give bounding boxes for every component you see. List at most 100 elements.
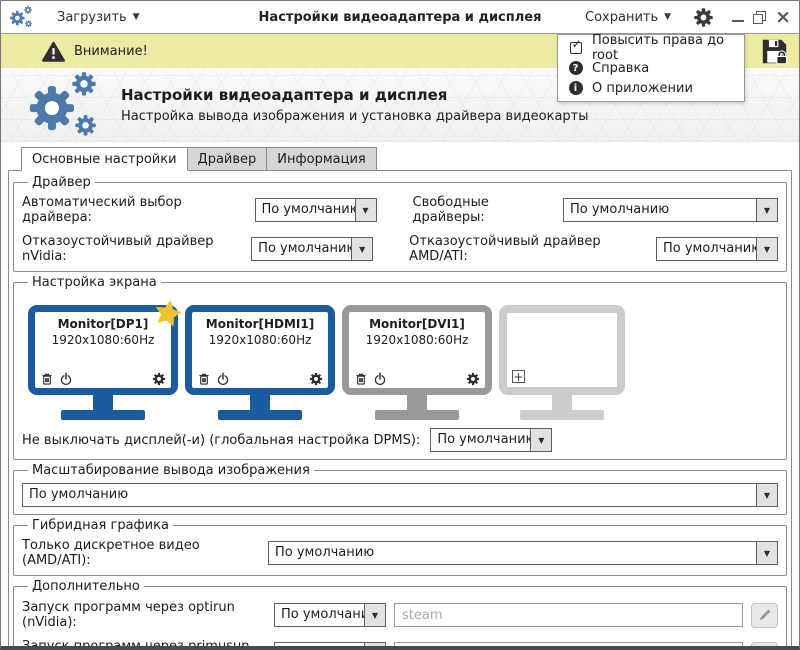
app-window: Загрузить ▼ Настройки видеоадаптера и ди… (0, 0, 800, 650)
app-logo-icon (9, 5, 35, 29)
menu-item-label: Справка (592, 60, 650, 76)
monitor-mode: 1920x1080:60Hz (51, 333, 155, 347)
group-screen: Настройка экрана Monitor[DP1] 1920x1080:… (13, 275, 787, 460)
select-value: По умолчанию (570, 202, 670, 217)
field-label: Отказоустойчивый драйвер nVidia: (22, 234, 214, 264)
dropdown-arrow-icon: ▼ (530, 429, 552, 451)
dropdown-arrow-icon: ▼ (364, 604, 385, 626)
close-button[interactable]: × (775, 7, 791, 26)
field-label: Отказоустойчивый драйвер AMD/ATI: (409, 234, 601, 264)
load-button[interactable]: Загрузить ▼ (49, 7, 148, 28)
page-title: Настройки видеоадаптера и дисплея (121, 86, 448, 104)
primusun-select[interactable]: По умолчанию ▼ (274, 642, 386, 646)
power-icon[interactable] (373, 372, 387, 386)
warning-text: Внимание! (74, 43, 148, 59)
monitor-base (520, 410, 604, 420)
load-button-label: Загрузить (57, 9, 127, 25)
menu-item-about[interactable]: i О приложении (558, 78, 744, 98)
monitor-add-slot[interactable]: + (499, 305, 625, 420)
warning-triangle-icon (41, 40, 66, 63)
save-as-root-icon[interactable] (760, 37, 789, 66)
group-driver: Драйвер Автоматический выбор драйвера: П… (13, 175, 787, 272)
group-hybrid: Гибридная графика Только дискретное виде… (13, 518, 787, 576)
group-scaling-legend: Масштабирование вывода изображения (32, 463, 310, 478)
save-button-label: Сохранить (585, 9, 659, 25)
select-value: По умолчанию (437, 432, 531, 447)
group-extra: Дополнительно Запуск программ через opti… (13, 579, 787, 646)
trash-icon[interactable] (40, 372, 54, 386)
restore-button[interactable] (753, 10, 767, 24)
monitor-stand (552, 395, 572, 410)
settings-gear-icon[interactable] (693, 7, 714, 28)
select-value: По умолчанию (281, 607, 364, 622)
question-circle-icon: ? (568, 61, 583, 75)
monitor-mode: 1920x1080:60Hz (365, 333, 469, 347)
monitor-name: Monitor[DVI1] (369, 317, 465, 331)
scaling-select[interactable]: По умолчанию ▼ (22, 483, 778, 507)
field-label: Автоматический выбор драйвера: (22, 195, 182, 225)
monitor-base (375, 410, 459, 420)
trash-icon[interactable] (354, 372, 368, 386)
select-value: По умолчанию (663, 241, 756, 256)
checked-checkbox-icon (568, 37, 583, 54)
monitor-settings-gear-icon[interactable] (466, 372, 480, 386)
tab-driver[interactable]: Драйвер (187, 147, 268, 171)
power-icon[interactable] (59, 372, 73, 386)
auto-driver-select[interactable]: По умолчанию ▼ (254, 198, 377, 222)
optirun-program-input[interactable] (394, 603, 743, 627)
monitor-base (61, 410, 145, 420)
dropdown-arrow-icon: ▼ (756, 199, 777, 221)
dropdown-arrow-icon: ▼ (756, 238, 777, 260)
tab-information[interactable]: Информация (267, 147, 377, 171)
group-hybrid-legend: Гибридная графика (32, 518, 169, 533)
amd-failsafe-select[interactable]: По умолчанию ▼ (656, 237, 778, 261)
monitor-name: Monitor[HDMI1] (205, 317, 315, 331)
select-value: По умолчанию (275, 643, 364, 646)
minimize-button[interactable] (732, 13, 745, 22)
dpms-select[interactable]: По умолчанию ▼ (430, 428, 553, 452)
dropdown-arrow-icon: ▼ (354, 199, 376, 221)
monitor-row: Monitor[DP1] 1920x1080:60Hz Monitor[HDMI… (22, 292, 778, 420)
dropdown-arrow-icon: ▼ (351, 238, 373, 260)
nvidia-failsafe-select[interactable]: По умолчанию ▼ (251, 237, 374, 261)
field-label: Запуск программ через optirun (nVidia): (22, 600, 235, 630)
chevron-down-icon: ▼ (664, 12, 672, 22)
page-subtitle: Настройка вывода изображения и установка… (121, 109, 589, 124)
monitor-stand (250, 395, 270, 410)
field-label: Только дискретное видео (AMD/ATI): (22, 538, 200, 568)
add-monitor-icon[interactable]: + (512, 370, 525, 383)
select-value: По умолчанию (29, 487, 129, 502)
group-scaling: Масштабирование вывода изображения По ум… (13, 463, 787, 515)
monitor-base (218, 410, 302, 420)
info-circle-icon: i (568, 81, 583, 95)
pencil-icon (758, 608, 772, 622)
trash-icon[interactable] (197, 372, 211, 386)
monitor-settings-gear-icon[interactable] (309, 372, 323, 386)
optirun-select[interactable]: По умолчанию ▼ (274, 603, 386, 627)
monitor-dp1[interactable]: Monitor[DP1] 1920x1080:60Hz (28, 305, 178, 420)
group-extra-legend: Дополнительно (32, 579, 140, 594)
free-drivers-select[interactable]: По умолчанию ▼ (563, 198, 778, 222)
dropdown-arrow-icon: ▼ (756, 484, 777, 506)
select-value: По умолчанию (261, 202, 355, 217)
dpms-label: Не выключать дисплей(-и) (глобальная нас… (22, 432, 421, 448)
menu-item-elevate-root[interactable]: Повысить права до root (558, 33, 744, 63)
monitor-settings-gear-icon[interactable] (152, 372, 166, 386)
optirun-edit-button[interactable] (751, 602, 778, 628)
monitor-hdmi1[interactable]: Monitor[HDMI1] 1920x1080:60Hz (185, 305, 335, 420)
discrete-video-select[interactable]: По умолчанию ▼ (268, 541, 778, 565)
dropdown-arrow-icon: ▼ (756, 542, 777, 564)
save-button[interactable]: Сохранить ▼ (577, 7, 679, 28)
monitor-dvi1[interactable]: Monitor[DVI1] 1920x1080:60Hz (342, 305, 492, 420)
dropdown-arrow-icon: ▼ (364, 643, 385, 646)
select-value: По умолчанию (275, 545, 375, 560)
primusun-program-input[interactable] (394, 642, 743, 646)
tab-main-settings[interactable]: Основные настройки (21, 147, 188, 171)
title-bar: Загрузить ▼ Настройки видеоадаптера и ди… (1, 1, 799, 34)
tab-panel: Драйвер Автоматический выбор драйвера: П… (8, 170, 792, 646)
gears-logo-icon (25, 69, 107, 141)
primusun-edit-button[interactable] (751, 641, 778, 646)
monitor-stand (93, 395, 113, 410)
power-icon[interactable] (216, 372, 230, 386)
menu-item-label: Повысить права до root (592, 33, 725, 63)
